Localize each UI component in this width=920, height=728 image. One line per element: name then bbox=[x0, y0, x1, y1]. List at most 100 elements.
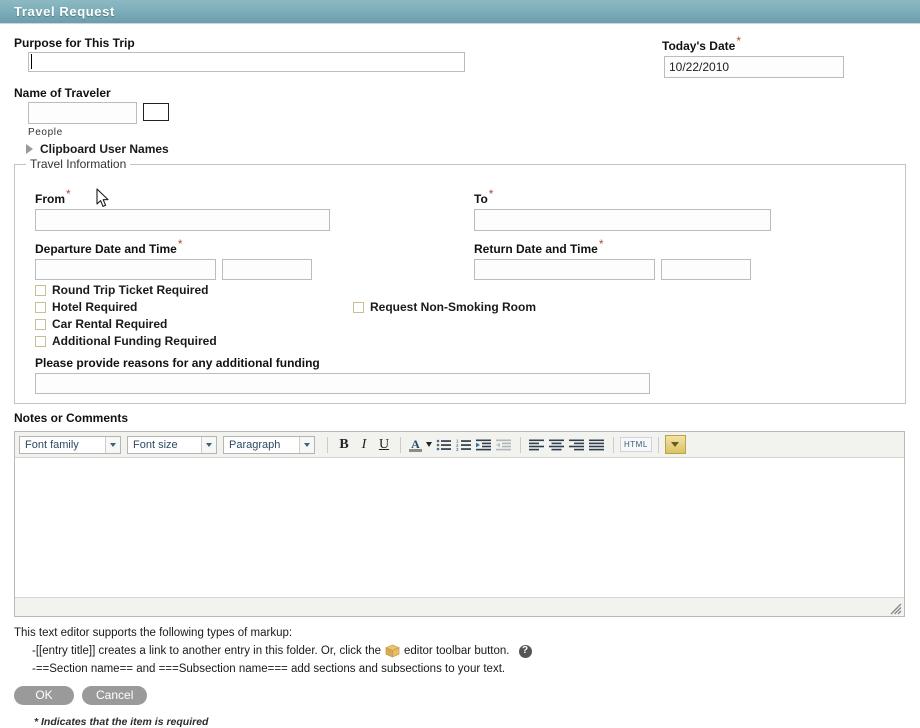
checkbox-label-round-trip: Round Trip Ticket Required bbox=[52, 283, 209, 298]
chevron-down-icon[interactable] bbox=[105, 436, 120, 453]
text-color-button[interactable]: A bbox=[407, 435, 423, 455]
purpose-input[interactable] bbox=[28, 52, 465, 72]
align-center-button[interactable] bbox=[547, 435, 567, 455]
help-line-2: -==Section name== and ===Subsection name… bbox=[32, 660, 906, 678]
notes-label: Notes or Comments bbox=[14, 411, 129, 425]
traveler-picker-button[interactable] bbox=[143, 103, 169, 121]
font-size-select[interactable]: Font size bbox=[127, 435, 217, 454]
top-fields-region: Purpose for This Trip Name of Traveler P… bbox=[14, 24, 906, 164]
resize-grip-icon[interactable] bbox=[890, 603, 902, 615]
checkbox-additional-funding[interactable] bbox=[35, 335, 46, 347]
outdent-button[interactable] bbox=[494, 435, 514, 455]
return-time-input[interactable] bbox=[661, 259, 751, 281]
checkbox-hotel[interactable] bbox=[35, 301, 46, 313]
checkbox-car-rental[interactable] bbox=[35, 318, 46, 330]
underline-button[interactable]: U bbox=[374, 435, 394, 455]
checkbox-row-hotel[interactable]: Hotel Required bbox=[35, 300, 137, 314]
toolbar-separator bbox=[520, 436, 521, 453]
chevron-down-icon bbox=[671, 442, 680, 447]
checkbox-round-trip[interactable] bbox=[35, 284, 46, 296]
checkbox-row-non-smoking[interactable]: Request Non-Smoking Room bbox=[353, 300, 536, 314]
font-size-value: Font size bbox=[133, 438, 178, 451]
chevron-down-icon[interactable] bbox=[201, 436, 216, 453]
todays-date-input[interactable] bbox=[664, 56, 844, 78]
required-footnote: * Indicates that the item is required bbox=[34, 716, 209, 728]
cancel-button[interactable]: Cancel bbox=[82, 686, 148, 705]
svg-text:A: A bbox=[411, 437, 420, 451]
paragraph-style-select[interactable]: Paragraph bbox=[223, 435, 315, 454]
from-input[interactable] bbox=[35, 209, 330, 232]
help-line-1-before: -[[entry title]] creates a link to anoth… bbox=[32, 645, 381, 657]
align-center-icon bbox=[549, 439, 564, 450]
required-asterisk: * bbox=[488, 187, 494, 202]
italic-button[interactable]: I bbox=[354, 435, 374, 455]
checkbox-row-round-trip[interactable]: Round Trip Ticket Required bbox=[35, 283, 208, 297]
font-family-select[interactable]: Font family bbox=[19, 435, 121, 454]
align-justify-button[interactable] bbox=[587, 435, 607, 455]
checkbox-row-car-rental[interactable]: Car Rental Required bbox=[35, 317, 167, 331]
help-line-2-text: -==Section name== and ===Subsection name… bbox=[32, 663, 506, 675]
from-label: From* bbox=[35, 187, 71, 207]
paragraph-style-value: Paragraph bbox=[229, 438, 281, 451]
departure-time-input[interactable] bbox=[222, 259, 312, 281]
toolbar-separator bbox=[613, 436, 614, 453]
svg-text:3: 3 bbox=[456, 447, 459, 452]
editor-toolbar: Font family Font size Paragraph B I U A bbox=[15, 432, 904, 458]
todays-date-label: Today's Date* bbox=[662, 34, 741, 53]
toolbar-separator bbox=[400, 436, 401, 453]
text-color-dropdown[interactable] bbox=[423, 435, 434, 455]
window-title-bar: Travel Request bbox=[0, 0, 920, 24]
departure-label: Departure Date and Time* bbox=[35, 237, 183, 257]
font-color-icon: A bbox=[408, 437, 422, 452]
checkbox-label-additional-funding: Additional Funding Required bbox=[52, 334, 217, 349]
ok-button[interactable]: OK bbox=[14, 686, 74, 705]
to-input[interactable] bbox=[474, 209, 771, 232]
ordered-list-icon: 1 2 3 bbox=[456, 438, 471, 452]
traveler-input[interactable] bbox=[28, 102, 137, 124]
checkbox-non-smoking[interactable] bbox=[353, 301, 364, 313]
align-right-icon bbox=[569, 439, 584, 450]
more-options-button[interactable] bbox=[664, 435, 686, 454]
font-family-value: Font family bbox=[25, 438, 79, 451]
travel-information-fieldset: Travel Information From* To* Departure D… bbox=[14, 157, 906, 404]
form-page: Purpose for This Trip Name of Traveler P… bbox=[0, 24, 920, 728]
return-label: Return Date and Time* bbox=[474, 237, 604, 257]
checkbox-label-hotel: Hotel Required bbox=[52, 300, 138, 315]
help-line-1: -[[entry title]] creates a link to anoth… bbox=[32, 642, 906, 660]
editor-content-area[interactable] bbox=[15, 458, 904, 597]
help-icon[interactable]: ? bbox=[518, 644, 532, 658]
clipboard-user-names-toggle[interactable]: Clipboard User Names bbox=[26, 142, 169, 156]
reasons-input[interactable] bbox=[35, 373, 650, 395]
return-date-input[interactable] bbox=[474, 259, 655, 281]
checkbox-label-car-rental: Car Rental Required bbox=[52, 317, 168, 332]
outdent-icon bbox=[496, 439, 511, 450]
rich-text-editor: Font family Font size Paragraph B I U A bbox=[14, 431, 905, 617]
departure-date-input[interactable] bbox=[35, 259, 216, 281]
unordered-list-button[interactable] bbox=[434, 435, 454, 455]
text-caret bbox=[31, 54, 32, 69]
traveler-label: Name of Traveler bbox=[14, 86, 111, 100]
help-intro: This text editor supports the following … bbox=[14, 627, 293, 639]
required-asterisk: * bbox=[598, 237, 604, 252]
required-asterisk: * bbox=[736, 34, 741, 48]
window-title: Travel Request bbox=[14, 4, 115, 19]
align-left-icon bbox=[529, 439, 544, 450]
required-asterisk: * bbox=[66, 187, 71, 202]
to-label: To* bbox=[474, 187, 494, 207]
toolbar-separator bbox=[327, 436, 328, 453]
align-justify-icon bbox=[589, 439, 604, 450]
align-right-button[interactable] bbox=[567, 435, 587, 455]
editor-help-text: This text editor supports the following … bbox=[14, 624, 906, 678]
action-button-row: OK Cancel bbox=[14, 686, 906, 705]
package-box-icon bbox=[385, 644, 400, 658]
indent-button[interactable] bbox=[474, 435, 494, 455]
indent-icon bbox=[476, 439, 491, 450]
toolbar-separator bbox=[657, 436, 659, 453]
checkbox-row-additional-funding[interactable]: Additional Funding Required bbox=[35, 334, 217, 348]
editor-status-bar bbox=[15, 597, 904, 616]
ordered-list-button[interactable]: 1 2 3 bbox=[454, 435, 474, 455]
bold-button[interactable]: B bbox=[334, 435, 354, 455]
html-source-button[interactable]: HTML bbox=[620, 437, 652, 452]
align-left-button[interactable] bbox=[527, 435, 547, 455]
chevron-down-icon[interactable] bbox=[299, 436, 314, 453]
